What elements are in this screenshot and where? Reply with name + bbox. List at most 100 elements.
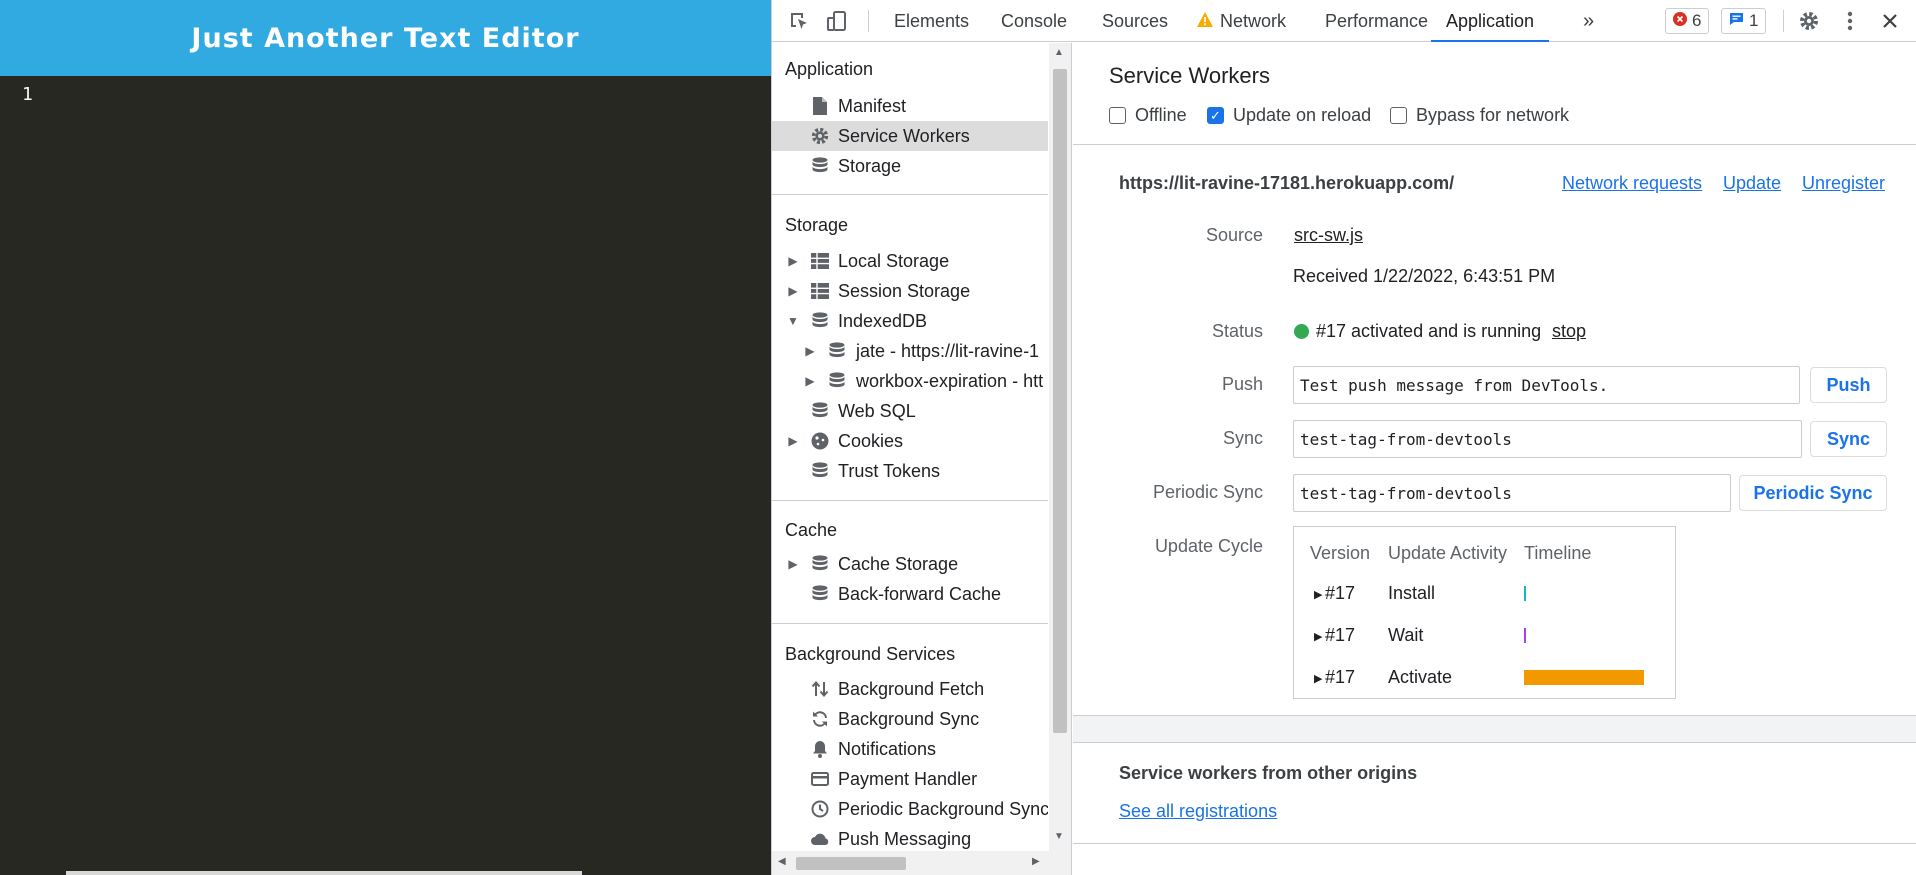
update-link[interactable]: Update [1723,173,1781,194]
offline-checkbox[interactable]: Offline [1109,105,1187,126]
sync-button[interactable]: Sync [1810,421,1887,457]
push-label: Push [1221,374,1263,394]
messages-count: 1 [1749,11,1759,30]
sidebar-item-label: jate - https://lit-ravine-1 [856,340,1040,361]
errors-count: 6 [1692,11,1702,30]
tab-performance[interactable]: Performance [1325,0,1428,42]
status-label: Status [1211,321,1263,341]
source-label: Source [1205,225,1263,245]
checkbox-label: Bypass for network [1416,105,1570,125]
page-title: Service Workers [1109,63,1270,88]
scroll-down-icon[interactable]: ▼ [1054,831,1064,842]
network-requests-link[interactable]: Network requests [1562,173,1702,194]
sidebar-item-push-messaging[interactable]: Push Messaging [772,824,1048,851]
expand-arrow-icon[interactable]: ▶ [786,254,800,268]
sidebar-item-back-forward-cache[interactable]: Back-forward Cache [772,579,1048,609]
sidebar-item-cookies[interactable]: ▶ Cookies [772,426,1048,456]
checkbox-box[interactable] [1109,107,1126,124]
editor-horizontal-scrollbar[interactable] [66,871,582,875]
unregister-link[interactable]: Unregister [1802,173,1885,194]
checkbox-box[interactable] [1390,107,1407,124]
sidebar-item-indexeddb-jate[interactable]: ▶ jate - https://lit-ravine-1 [772,336,1048,366]
tab-elements[interactable]: Elements [894,0,969,42]
push-input[interactable]: Test push message from DevTools. [1293,366,1800,404]
other-origins-title: Service workers from other origins [1119,763,1418,783]
tab-console[interactable]: Console [1001,0,1067,42]
database-icon [826,340,848,362]
close-icon[interactable] [1877,8,1903,34]
expand-arrow-icon[interactable]: ▶ [803,374,817,388]
expand-arrow-icon[interactable]: ▶ [1314,672,1322,685]
sidebar-divider [772,623,1048,624]
inspect-element-icon[interactable] [786,8,812,34]
sidebar-item-label: Background Sync [838,708,980,729]
sidebar-item-label: Cache Storage [838,553,959,574]
column-header-activity: Update Activity [1388,543,1508,563]
errors-badge[interactable]: 6 [1665,8,1710,34]
sidebar-item-label: Local Storage [838,250,950,271]
error-icon [1673,11,1687,31]
cycle-activity: Install [1388,583,1436,603]
sidebar-item-label: Background Fetch [838,678,985,699]
sidebar-item-notifications[interactable]: Notifications [772,734,1048,764]
cloud-icon [809,828,831,850]
device-toolbar-icon[interactable] [824,8,850,34]
sidebar-item-indexeddb[interactable]: ▼ IndexedDB [772,306,1048,336]
gear-icon[interactable] [1796,8,1822,34]
expand-arrow-icon[interactable]: ▶ [803,344,817,358]
sidebar-item-web-sql[interactable]: Web SQL [772,396,1048,426]
scroll-left-icon[interactable]: ◀ [778,856,786,867]
periodic-sync-button[interactable]: Periodic Sync [1739,475,1887,511]
expand-arrow-icon[interactable]: ▶ [786,284,800,298]
app-title: Just Another Text Editor [191,22,580,54]
tab-application[interactable]: Application [1431,0,1550,42]
update-on-reload-checkbox[interactable]: ✓ Update on reload [1207,105,1371,126]
sidebar-item-session-storage[interactable]: ▶ Session Storage [772,276,1048,306]
sidebar-item-background-fetch[interactable]: Background Fetch [772,674,1048,704]
sidebar-item-local-storage[interactable]: ▶ Local Storage [772,246,1048,276]
see-all-registrations-link[interactable]: See all registrations [1119,801,1277,822]
toolbar-separator [1783,10,1784,32]
sidebar-item-periodic-background-sync[interactable]: Periodic Background Sync [772,794,1048,824]
document-icon [809,95,831,117]
toolbar-separator [868,10,869,32]
tab-sources[interactable]: Sources [1102,0,1168,42]
checkmark-icon[interactable]: ✓ [1207,107,1224,124]
sidebar-item-storage-overview[interactable]: Storage [772,151,1048,181]
messages-badge[interactable]: 1 [1721,8,1767,34]
sidebar-section-storage: Storage [785,215,849,235]
sidebar-vertical-scrollbar[interactable]: ▲ ▼ [1049,43,1071,851]
stop-link[interactable]: stop [1552,321,1586,342]
sidebar-item-payment-handler[interactable]: Payment Handler [772,764,1048,794]
expand-arrow-icon[interactable]: ▶ [786,434,800,448]
sidebar-item-manifest[interactable]: Manifest [772,91,1048,121]
expand-arrow-icon[interactable]: ▶ [786,557,800,571]
sync-label: Sync [1222,428,1263,448]
message-icon [1729,11,1744,31]
expand-arrow-icon[interactable]: ▶ [1314,630,1322,643]
sidebar-divider [772,500,1048,501]
sidebar-item-indexeddb-workbox[interactable]: ▶ workbox-expiration - htt [772,366,1048,396]
tab-network[interactable]: Network [1220,0,1286,42]
sidebar-hscroll-thumb[interactable] [796,857,906,870]
sidebar-item-background-sync[interactable]: Background Sync [772,704,1048,734]
sidebar-scroll-thumb[interactable] [1053,69,1067,733]
periodic-sync-input[interactable]: test-tag-from-devtools [1293,474,1731,512]
expand-arrow-icon[interactable]: ▶ [1314,588,1322,601]
sidebar-item-trust-tokens[interactable]: Trust Tokens [772,456,1048,486]
source-file-link[interactable]: src-sw.js [1294,225,1363,246]
collapse-arrow-icon[interactable]: ▼ [786,314,800,328]
kebab-menu-icon[interactable] [1837,8,1863,34]
sidebar-item-cache-storage[interactable]: ▶ Cache Storage [772,549,1048,579]
sidebar-item-label: workbox-expiration - htt [856,370,1044,391]
scroll-right-icon[interactable]: ▶ [1032,856,1040,867]
sync-input[interactable]: test-tag-from-devtools [1293,420,1802,458]
sidebar-item-label: Web SQL [838,400,916,421]
service-workers-panel: Service Workers Offline ✓ Update on relo… [1073,43,1916,875]
bypass-for-network-checkbox[interactable]: Bypass for network [1390,105,1569,126]
more-tabs-button[interactable]: » [1583,0,1594,42]
scroll-up-icon[interactable]: ▲ [1054,47,1064,58]
sidebar-horizontal-scrollbar[interactable]: ◀ ▶ [772,851,1072,875]
push-button[interactable]: Push [1810,367,1887,403]
sidebar-item-service-workers[interactable]: Service Workers [772,121,1048,151]
